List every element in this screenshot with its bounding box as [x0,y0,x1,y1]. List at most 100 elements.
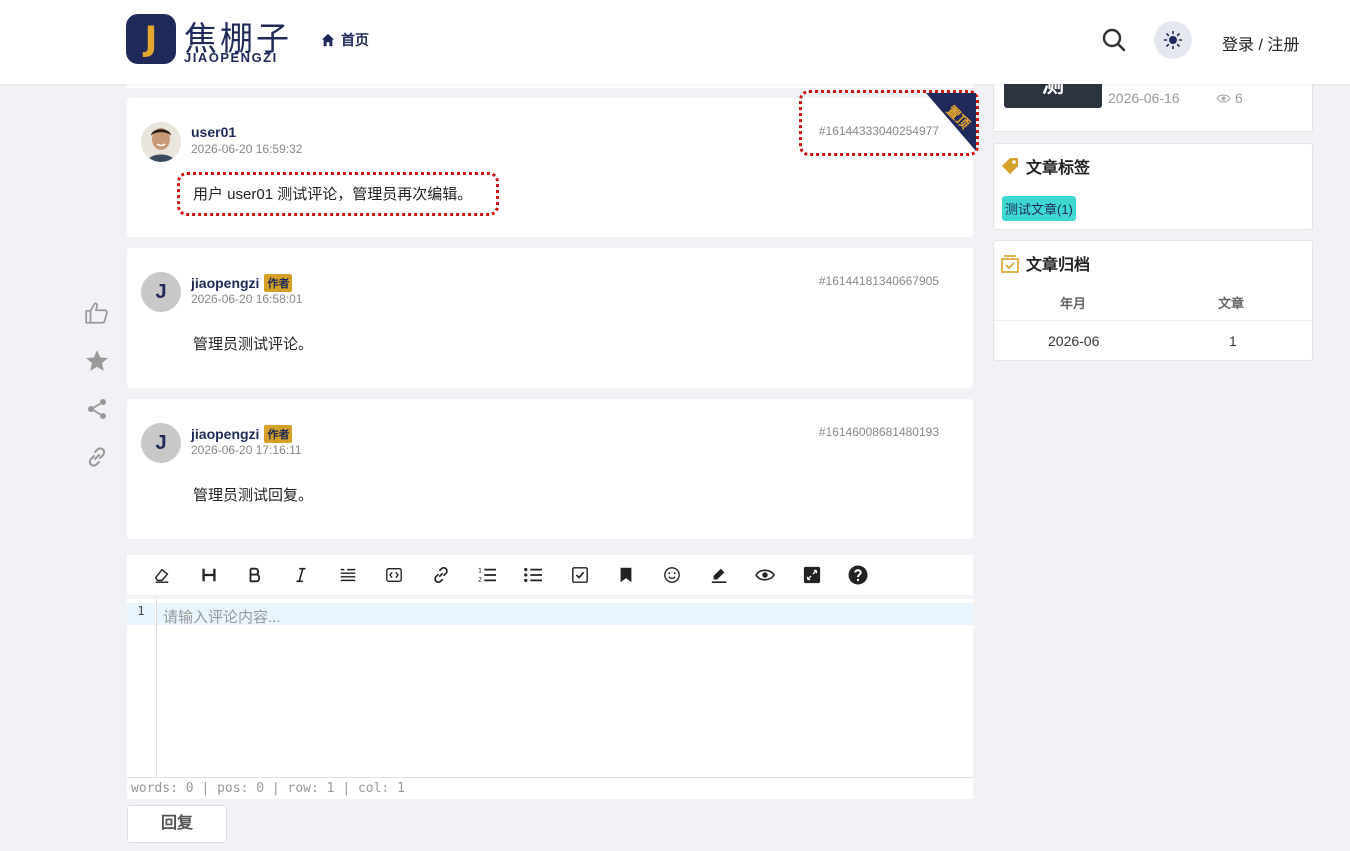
theme-toggle-button[interactable] [1154,21,1192,59]
italic-icon [296,567,306,583]
comment-username[interactable]: jiaopengzi 作者 [191,425,293,443]
home-icon [321,33,335,47]
emoji-button[interactable] [649,560,695,590]
link-icon [433,566,448,584]
tags-card: 文章标签 测试文章(1) [993,143,1313,230]
italic-button[interactable] [278,560,324,590]
pinned-ribbon: 置顶 [926,93,976,151]
logo-en-text: JIAOPENGZI [184,50,278,65]
comment-id: #16146008681480193 [818,425,939,439]
comment-card: J jiaopengzi 作者 2026-06-20 16:58:01 #161… [127,248,973,388]
comment-username[interactable]: jiaopengzi 作者 [191,274,293,292]
article-actions [82,298,112,490]
preview-icon [755,569,776,581]
avatar[interactable]: J [141,423,181,463]
unordered-list-button[interactable] [510,560,556,590]
preview-button[interactable] [742,560,788,590]
eraser-icon [155,568,169,583]
site-logo[interactable]: J 焦棚子 JIAOPENGZI [126,14,296,66]
emoji-icon [664,567,681,583]
checkbox-icon [571,567,588,583]
archive-header-count: 文章 [1218,296,1245,311]
tags-title: 文章标签 [1000,154,1090,178]
comment-editor[interactable]: 1 请输入评论内容... [127,599,973,777]
comment-text: 管理员测试评论。 [193,336,314,353]
ordered-list-button[interactable]: 12 [464,560,510,590]
heading-button[interactable] [185,560,231,590]
avatar[interactable] [141,122,181,162]
share-icon [88,399,106,419]
ordered-list-icon: 12 [478,567,496,583]
archive-icon [1001,255,1019,273]
eye-icon [1216,94,1231,102]
comment-text: 用户 user01 测试评论，管理员再次编辑。 [193,186,473,203]
bold-icon [249,567,261,583]
comment-username[interactable]: user01 [191,124,236,140]
comment-card: user01 2026-06-20 16:59:32 #161443330402… [127,90,979,237]
tag-icon [1002,158,1018,174]
quote-button[interactable] [325,560,371,590]
link-icon [88,447,106,467]
editor-placeholder: 请输入评论内容... [163,609,281,626]
copy-link-button[interactable] [82,442,112,472]
code-icon [386,568,403,582]
clear-format-button[interactable] [139,560,185,590]
nav-home-label: 首页 [341,32,369,48]
share-button[interactable] [82,394,112,424]
search-button[interactable] [1100,26,1128,54]
avatar[interactable]: J [141,272,181,312]
tags-title-text: 文章标签 [1026,160,1091,177]
insert-link-button[interactable] [417,560,463,590]
archive-header-month: 年月 [1060,296,1087,311]
user-photo-icon [141,122,181,162]
site-header: J 焦棚子 JIAOPENGZI 首页 登录 / 注册 [0,0,1350,84]
nav-home-link[interactable]: 首页 [321,30,369,50]
comment-time: 2026-06-20 17:16:11 [191,443,302,457]
username-text: user01 [191,124,237,140]
editor-statusbar: words: 0 | pos: 0 | row: 1 | col: 1 [127,777,973,799]
views-count: 6 [1235,90,1243,106]
code-button[interactable] [371,560,417,590]
reply-button[interactable]: 回复 [127,805,227,843]
quote-icon [340,568,355,582]
bold-button[interactable] [232,560,278,590]
line-number: 1 [127,603,155,625]
heading-icon [202,568,216,582]
search-icon [1102,28,1126,52]
unordered-list-icon [524,567,543,583]
bookmark-button[interactable] [603,560,649,590]
tag-item[interactable]: 测试文章(1) [1002,196,1076,221]
line-gutter [127,599,157,777]
article-date: 2026-06-16 [1108,90,1180,106]
login-register-link[interactable]: 登录 / 注册 [1222,31,1299,55]
fullscreen-button[interactable] [788,560,834,590]
previous-card-edge [127,84,973,88]
archive-divider [994,320,1312,321]
comment-text: 管理员测试回复。 [193,487,314,504]
star-icon [86,350,108,371]
username-text: jiaopengzi [191,275,260,291]
help-icon [848,565,868,585]
checkbox-button[interactable] [557,560,603,590]
editor-toolbar: 12 [127,555,973,595]
archive-title-text: 文章归档 [1026,257,1091,274]
comment-id: #16144181340667905 [818,274,939,288]
archive-title: 文章归档 [1000,251,1090,275]
archive-row-count: 1 [1229,333,1237,349]
article-views: 6 [1216,90,1243,106]
archive-card: 文章归档 年月 文章 2026-06 1 [993,240,1313,361]
highlight-icon [711,568,727,584]
like-button[interactable] [82,298,112,328]
comment-time: 2026-06-20 16:59:32 [191,142,303,156]
help-button[interactable] [835,560,881,590]
author-badge: 作者 [264,274,293,292]
pinned-highlight: 置顶 [799,90,979,156]
favorite-button[interactable] [82,346,112,376]
sun-icon [1163,30,1183,50]
bookmark-icon [620,567,632,583]
fullscreen-icon [803,566,820,584]
logo-badge: J [126,14,176,64]
archive-row-month[interactable]: 2026-06 [1048,333,1099,349]
comment-card: J jiaopengzi 作者 2026-06-20 17:16:11 #161… [127,399,973,539]
highlight-button[interactable] [696,560,742,590]
